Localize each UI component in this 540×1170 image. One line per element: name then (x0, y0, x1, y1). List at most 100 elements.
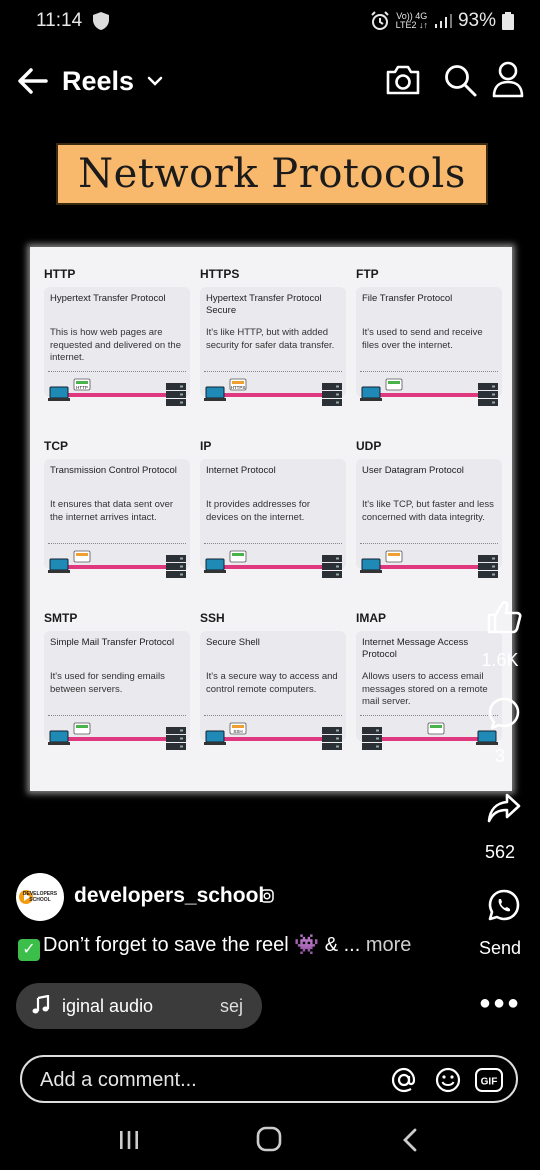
laptop-icon (204, 558, 226, 573)
protocol-card: SMTP Simple Mail Transfer Protocol It's us… (30, 591, 190, 763)
more-options-icon[interactable]: ●●● (464, 992, 536, 1015)
protocol-box: Secure Shell It's a secure way to access … (200, 631, 346, 750)
caption-text: Don’t forget to save the reel 👾 & ... (43, 934, 366, 956)
protocol-box: Internet Protocol It provides addresses f… (200, 459, 346, 578)
home-icon[interactable] (256, 1126, 282, 1152)
server-icon (322, 383, 342, 406)
protocol-card: SSH Secure Shell It's a secure way to acce… (186, 591, 346, 763)
music-note-icon (32, 995, 50, 1014)
camera-icon[interactable] (384, 62, 422, 98)
laptop-icon (48, 730, 70, 745)
link-line (380, 393, 478, 397)
send-label[interactable]: Send (464, 938, 536, 959)
comment-bubble-icon[interactable] (487, 696, 521, 730)
protocol-description: It's like HTTP, but with added security … (206, 327, 335, 351)
laptop-icon (204, 386, 226, 401)
laptop-icon (204, 730, 226, 745)
packet-icon (427, 722, 445, 735)
avatar-text: DEVELOPERS SCHOOL (22, 891, 58, 903)
thumbs-up-icon[interactable] (486, 600, 522, 634)
protocol-box: Hypertext Transfer Protocol Secure It's l… (200, 287, 346, 406)
protocol-description: It's like TCP, but faster and less conce… (362, 499, 494, 523)
search-icon[interactable] (442, 62, 478, 98)
protocol-full-name: User Datagram Protocol (362, 465, 464, 476)
shield-icon (93, 12, 109, 30)
link-line (224, 393, 322, 397)
post-caption[interactable]: ✓ Don’t forget to save the reel 👾 & ... m… (18, 932, 411, 961)
chevron-down-icon[interactable] (146, 72, 164, 90)
audio-pill[interactable]: iginal audio sej (16, 983, 262, 1029)
protocol-name: SSH (200, 611, 225, 625)
audio-user: sej (220, 996, 244, 1016)
link-line (68, 393, 166, 397)
profile-icon[interactable] (492, 60, 524, 98)
server-icon (322, 727, 342, 750)
protocol-card: TCP Transmission Control Protocol It ensur… (30, 419, 190, 591)
protocol-full-name: File Transfer Protocol (362, 293, 453, 304)
reel-video[interactable]: Network Protocols HTTP Hypertext Transfer… (0, 110, 540, 880)
protocol-name: SMTP (44, 611, 78, 625)
whatsapp-send-action[interactable] (468, 888, 540, 927)
protocol-box: Transmission Control Protocol It ensures … (44, 459, 190, 578)
connection-diagram (204, 550, 342, 578)
network-indicator: Vo)) 4G LTE2 ↓↑ (395, 11, 428, 30)
battery-icon (502, 12, 514, 30)
avatar[interactable]: DEVELOPERS SCHOOL (16, 873, 64, 921)
recent-apps-icon[interactable] (118, 1128, 140, 1152)
audio-label: iginal audio (62, 996, 154, 1016)
system-nav-bar (0, 1110, 540, 1170)
status-time: 11:14 (36, 10, 83, 31)
comment-input[interactable]: Add a comment... (40, 1069, 197, 1092)
server-icon (166, 383, 186, 406)
like-action[interactable] (468, 600, 540, 639)
protocol-card: UDP User Datagram Protocol It's like TCP, … (342, 419, 502, 591)
protocol-name: HTTPS (200, 267, 240, 281)
whatsapp-icon[interactable] (487, 888, 521, 922)
divider (204, 715, 342, 716)
svg-text:GIF: GIF (481, 1077, 498, 1088)
comment-input-bar[interactable]: Add a comment... GIF (20, 1055, 518, 1103)
alarm-icon (370, 11, 389, 30)
server-icon (166, 727, 186, 750)
nav-back-icon[interactable] (400, 1127, 420, 1153)
instagram-badge-icon (260, 889, 274, 903)
author-name[interactable]: developers_school (74, 884, 264, 908)
protocol-full-name: Hypertext Transfer Protocol Secure (206, 293, 322, 316)
protocol-description: It's used for sending emails between ser… (50, 671, 165, 695)
connection-diagram: HTTPS (204, 378, 342, 406)
protocol-box: User Datagram Protocol It's like TCP, but… (356, 459, 502, 578)
emoji-smile-icon[interactable] (434, 1066, 462, 1094)
server-icon (322, 555, 342, 578)
page-title[interactable]: Reels (62, 66, 134, 97)
link-line (380, 565, 478, 569)
protocol-full-name: Transmission Control Protocol (50, 465, 177, 476)
protocol-card: FTP File Transfer Protocol It's used to se… (342, 247, 502, 419)
protocol-box: Simple Mail Transfer Protocol It's used f… (44, 631, 190, 750)
protocol-card: HTTPS Hypertext Transfer Protocol Secure I… (186, 247, 346, 419)
more-link[interactable]: more (366, 934, 412, 956)
comment-action[interactable] (468, 696, 540, 735)
post-author[interactable]: DEVELOPERS SCHOOL developers_school (16, 873, 436, 921)
battery-percent: 93% (457, 10, 496, 31)
protocol-name: FTP (356, 267, 379, 281)
packet-icon (385, 550, 403, 563)
comments-count: 3 (494, 746, 505, 766)
status-bar: 11:14 Vo)) 4G LTE2 ↓↑ 93% (0, 0, 540, 44)
link-line (68, 565, 166, 569)
back-arrow-icon[interactable] (16, 66, 48, 96)
laptop-icon (48, 386, 70, 401)
mention-at-icon[interactable] (390, 1066, 418, 1094)
link-line (68, 737, 166, 741)
shares-count: 562 (484, 842, 516, 862)
protocol-description: It ensures that data sent over the inter… (50, 499, 174, 523)
server-icon (362, 727, 382, 750)
protocol-full-name: Internet Protocol (206, 465, 276, 476)
protocol-card: IP Internet Protocol It provides addresses… (186, 419, 346, 591)
laptop-icon (360, 558, 382, 573)
divider (48, 371, 186, 372)
share-action[interactable] (468, 792, 540, 829)
share-arrow-icon[interactable] (487, 792, 521, 824)
protocol-description: This is how web pages are requested and … (50, 327, 181, 363)
gif-icon[interactable]: GIF (474, 1066, 504, 1094)
packet-icon (73, 722, 91, 735)
